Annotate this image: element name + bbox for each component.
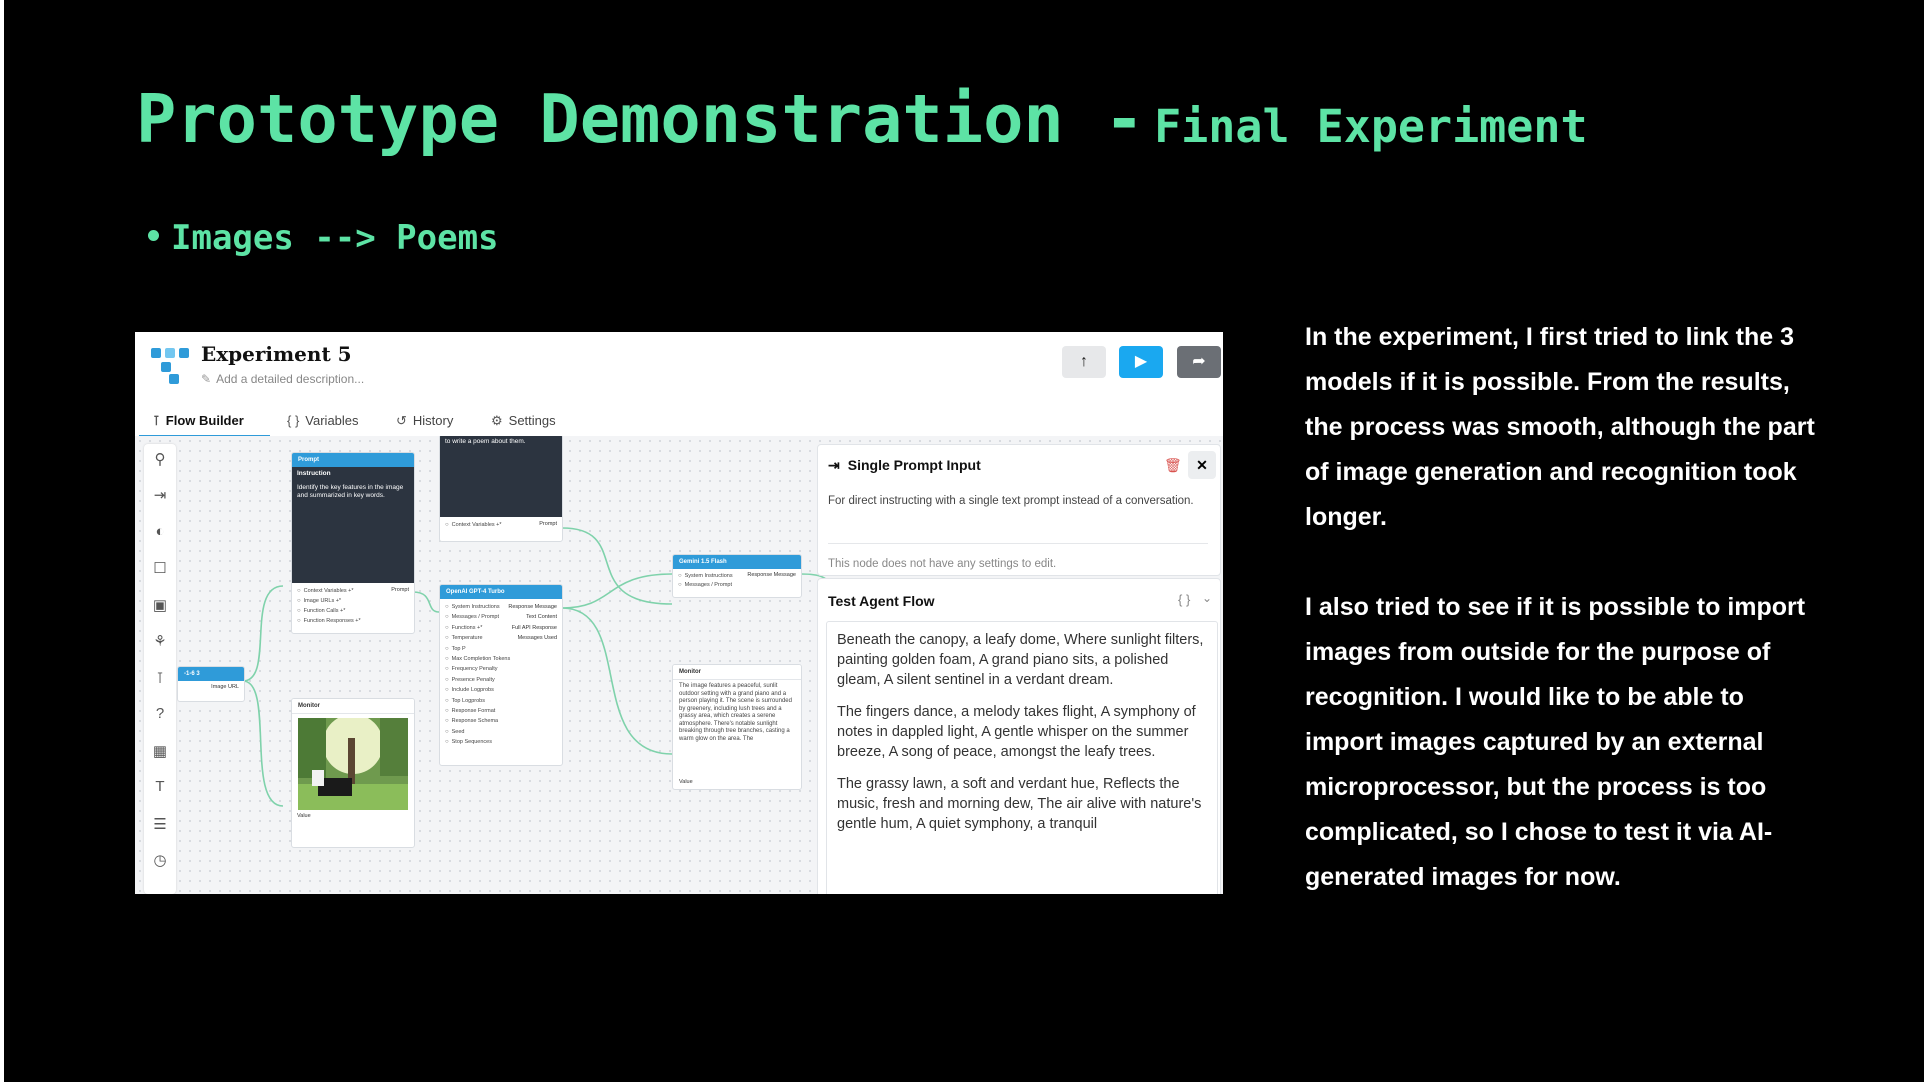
prompt-node-text: Identify the key features in the image a… — [297, 484, 404, 499]
braces-icon: { } — [287, 413, 300, 428]
single-prompt-description: For direct instructing with a single tex… — [828, 495, 1194, 507]
monitor-text-body: The image features a peaceful, sunlit ou… — [679, 683, 792, 742]
description-placeholder: Add a detailed description... — [216, 372, 365, 386]
share-button[interactable]: ➦ — [1177, 346, 1221, 378]
tab-flow-builder[interactable]: ⊺ Flow Builder — [139, 408, 270, 438]
bullet-item: Images --> Poems — [148, 218, 499, 258]
prompt-node-header: Instruction — [297, 470, 331, 477]
poem-stanza-2: The fingers dance, a melody takes flight… — [837, 704, 1196, 760]
trash-icon[interactable]: 🗑 — [1164, 457, 1182, 474]
model-node-icon[interactable]: ◐ — [144, 523, 176, 540]
single-prompt-header: ⇥ Single Prompt Input — [828, 457, 981, 474]
tab-label: History — [412, 413, 454, 428]
app-title: Experiment 5 — [201, 342, 352, 366]
prompt-node-output: Prompt — [391, 587, 409, 593]
openai-node[interactable]: OpenAI GPT-4 Turbo System Instructions M… — [439, 584, 563, 766]
chevron-down-icon[interactable]: ⌄ — [1202, 591, 1212, 605]
tab-bar: ⊺ Flow Builder { } Variables ↺ History ⚙ Set… — [135, 408, 1223, 438]
close-icon: ✕ — [1196, 457, 1208, 473]
image-input-port: Image URL — [211, 684, 239, 690]
flow-canvas[interactable]: ⚲ ⇥ ◐ ☐ ▣ ⚘ ⊺ ? ▦ T ☰ ◷ to write a poem … — [135, 436, 1223, 894]
monitor-text-node[interactable]: Monitor The image features a peaceful, s… — [672, 664, 802, 790]
monitor-text-port: Value — [679, 779, 693, 785]
tab-history[interactable]: ↺ History — [396, 408, 453, 438]
single-prompt-title: Single Prompt Input — [847, 457, 981, 473]
chat-node-icon[interactable]: ☐ — [144, 559, 176, 577]
app-screenshot: Experiment 5 ✎ Add a detailed description… — [135, 332, 1223, 894]
pencil-icon: ✎ — [201, 372, 212, 386]
close-button[interactable]: ✕ — [1188, 451, 1216, 479]
gemini-node[interactable]: Gemini 1.5 Flash System Instructions Mes… — [672, 554, 802, 598]
image-input-node-title: -1-6 3 — [178, 667, 244, 681]
share-icon: ➦ — [1192, 353, 1206, 370]
list-icon[interactable]: ☰ — [144, 815, 176, 833]
test-flow-panel: Test Agent Flow { } ⌄ Beneath the canopy… — [817, 578, 1221, 894]
paragraph-2: I also tried to see if it is possible to… — [1305, 593, 1806, 891]
poem-stanza-1: Beneath the canopy, a leafy dome, Where … — [837, 632, 1204, 688]
single-prompt-panel: ⇥ Single Prompt Input 🗑 ✕ For direct inst… — [817, 444, 1221, 576]
app-logo-icon — [151, 348, 191, 384]
gemini-node-title: Gemini 1.5 Flash — [673, 555, 801, 569]
image-node-icon[interactable]: ▣ — [144, 596, 176, 614]
prompt-node-title: Prompt — [292, 453, 414, 467]
monitor-image-port: Value — [297, 813, 311, 819]
input-node-icon[interactable]: ⇥ — [144, 486, 176, 504]
help-icon[interactable]: ? — [144, 705, 176, 722]
play-icon: ▶ — [1134, 353, 1148, 370]
monitor-text-title: Monitor — [673, 665, 801, 680]
monitor-image-title: Monitor — [292, 699, 414, 714]
grid-icon[interactable]: ▦ — [144, 742, 176, 760]
arrow-up-icon: ↑ — [1080, 353, 1088, 370]
tab-variables[interactable]: { } Variables — [287, 408, 359, 438]
prompt-node-top-text: to write a poem about them. — [440, 436, 562, 517]
divider — [828, 543, 1208, 544]
gemini-node-output: Response Message — [747, 572, 796, 578]
paragraph-1: In the experiment, I first tried to link… — [1305, 323, 1815, 531]
gear-icon: ⚙ — [491, 413, 503, 428]
flow-icon: ⊺ — [153, 413, 160, 428]
prompt-node-body: Instruction Identify the key features in… — [292, 467, 414, 583]
globe-icon[interactable]: ⚘ — [144, 632, 176, 650]
piano-image — [298, 718, 408, 810]
description-field[interactable]: ✎ Add a detailed description... — [201, 372, 364, 386]
monitor-image-node[interactable]: Monitor Value — [291, 698, 415, 848]
poem-stanza-3: The grassy lawn, a soft and verdant hue,… — [837, 776, 1202, 832]
bullet-text: Images --> Poems — [171, 218, 499, 258]
run-button[interactable]: ▶ — [1119, 346, 1163, 378]
prompt-node-top-output: Prompt — [539, 521, 557, 527]
tab-label: Variables — [305, 413, 359, 428]
flow-node-icon[interactable]: ⊺ — [144, 669, 176, 687]
tab-settings[interactable]: ⚙ Settings — [491, 408, 556, 438]
tab-label: Flow Builder — [165, 413, 244, 428]
prompt-node[interactable]: Prompt Instruction Identify the key feat… — [291, 452, 415, 634]
input-arrow-icon: ⇥ — [828, 457, 840, 473]
slide-title-sub: Final Experiment — [1154, 100, 1588, 153]
single-prompt-note: This node does not have any settings to … — [828, 558, 1057, 570]
slide: Prototype Demonstration - Final Experime… — [4, 0, 1924, 1082]
upload-button[interactable]: ↑ — [1062, 346, 1106, 378]
image-input-node[interactable]: -1-6 3 Image URL — [177, 666, 245, 702]
text-icon[interactable]: T — [144, 778, 176, 795]
bullet-dot-icon — [148, 230, 159, 241]
test-flow-output[interactable]: Beneath the canopy, a leafy dome, Where … — [826, 621, 1218, 894]
history-icon: ↺ — [396, 413, 407, 428]
test-flow-title: Test Agent Flow — [828, 593, 935, 609]
search-icon[interactable]: ⚲ — [144, 450, 176, 468]
prompt-node-top[interactable]: to write a poem about them. Context Vari… — [439, 436, 563, 542]
slide-title: Prototype Demonstration - Final Experime… — [136, 80, 1588, 158]
braces-icon[interactable]: { } — [1178, 592, 1190, 607]
tab-label: Settings — [508, 413, 556, 428]
openai-node-title: OpenAI GPT-4 Turbo — [440, 585, 562, 599]
clock-icon[interactable]: ◷ — [144, 851, 176, 869]
slide-title-main: Prototype Demonstration - — [136, 80, 1145, 158]
openai-node-outputs: Response Message Text Content Full API R… — [508, 604, 557, 642]
canvas-toolbar: ⚲ ⇥ ◐ ☐ ▣ ⚘ ⊺ ? ▦ T ☰ ◷ — [144, 444, 176, 894]
